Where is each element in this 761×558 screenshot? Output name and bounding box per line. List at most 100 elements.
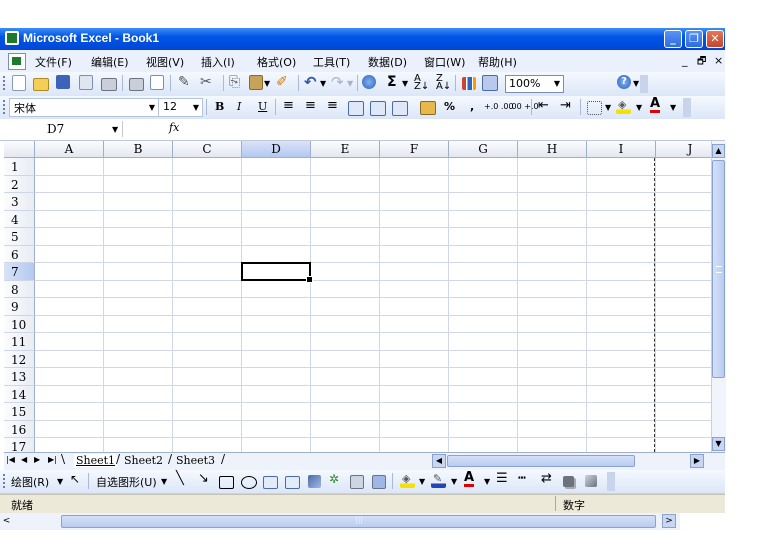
column-header-g[interactable]: G	[449, 141, 518, 158]
fill-color-draw-icon[interactable]: ◈	[400, 472, 415, 488]
row-header-14[interactable]: 14	[4, 385, 35, 403]
draw-font-color-dropdown-icon[interactable]: ▼	[484, 477, 490, 486]
column-header-f[interactable]: F	[380, 141, 449, 158]
autoshapes-dropdown-icon[interactable]: ▼	[161, 477, 167, 486]
increase-indent-icon[interactable]: ⇥	[560, 98, 571, 113]
row-header-8[interactable]: 8	[4, 280, 35, 298]
font-color-dropdown-icon[interactable]: ▼	[670, 103, 676, 112]
copy-icon[interactable]: ⎘	[229, 75, 245, 91]
selected-cell[interactable]	[241, 262, 313, 283]
research-icon[interactable]: ✎	[178, 75, 194, 91]
row-header-11[interactable]: 11	[4, 333, 35, 351]
wordart-icon[interactable]	[308, 475, 321, 488]
autosum-icon[interactable]: Σ	[387, 74, 397, 90]
italic-button[interactable]: I	[237, 100, 241, 113]
arrow-style-icon[interactable]: ⇄	[541, 471, 552, 486]
diagram-icon[interactable]: ✲	[329, 472, 339, 486]
undo-dropdown-icon[interactable]: ▼	[320, 79, 326, 88]
hscroll-left-button[interactable]: ◀	[432, 454, 446, 468]
help-dropdown-icon[interactable]: ▼	[633, 79, 639, 88]
column-header-c[interactable]: C	[173, 141, 242, 158]
menu-tools[interactable]: 工具(T)	[313, 54, 350, 70]
align-right-icon[interactable]: ≡	[327, 98, 338, 113]
name-box-dropdown-icon[interactable]: ▼	[112, 125, 118, 134]
column-header-i[interactable]: I	[587, 141, 656, 158]
toolbar-grip[interactable]	[3, 76, 7, 90]
arrow-icon[interactable]: ↘	[198, 471, 209, 486]
dash-style-icon[interactable]: ┅	[518, 471, 526, 486]
menu-edit[interactable]: 编辑(E)	[91, 54, 129, 70]
merge-center-icon[interactable]	[348, 101, 364, 116]
oval-icon[interactable]	[241, 476, 257, 489]
row-header-17[interactable]: 17	[4, 438, 35, 452]
decrease-decimal-button[interactable]: .00 +.0	[509, 102, 539, 111]
font-size-box[interactable]: 12 ▼	[158, 98, 203, 117]
vertical-textbox-icon[interactable]	[285, 476, 300, 489]
row-header-13[interactable]: 13	[4, 368, 35, 386]
toolbar-options-button[interactable]	[607, 472, 615, 491]
doc-close-button[interactable]: ×	[714, 54, 723, 67]
row-header-10[interactable]: 10	[4, 315, 35, 333]
sort-descending-icon[interactable]: Z A↓	[436, 74, 451, 92]
fill-handle[interactable]	[306, 275, 313, 283]
row-header-2[interactable]: 2	[4, 175, 35, 193]
menu-file[interactable]: 文件(F)	[35, 54, 72, 70]
scroll-thumb[interactable]	[712, 160, 725, 378]
sort-ascending-icon[interactable]: A Z↓	[414, 74, 429, 92]
textbox-icon[interactable]	[263, 476, 278, 489]
new-icon[interactable]	[12, 75, 26, 91]
hscroll-right-button[interactable]: ▶	[690, 454, 704, 468]
menu-format[interactable]: 格式(O)	[257, 54, 296, 70]
name-box[interactable]: D7 ▼	[4, 121, 123, 137]
zoom-box[interactable]: 100% ▼	[505, 75, 564, 93]
font-name-box[interactable]: 宋体 ▼	[9, 98, 159, 117]
select-all-button[interactable]	[4, 141, 35, 158]
minimize-button[interactable]: _	[664, 30, 682, 48]
toolbar-grip[interactable]	[3, 474, 7, 488]
document-icon[interactable]	[8, 53, 26, 70]
sheet-tab-sheet2[interactable]: Sheet2	[124, 454, 163, 467]
window-horizontal-scrollbar[interactable]: < ||| >	[0, 513, 680, 530]
column-header-h[interactable]: H	[518, 141, 587, 158]
column-header-e[interactable]: E	[311, 141, 380, 158]
line-icon[interactable]: ╲	[176, 471, 184, 486]
menu-help[interactable]: 帮助(H)	[478, 54, 517, 70]
hscroll-thumb[interactable]	[447, 455, 635, 467]
print-icon[interactable]	[101, 78, 117, 91]
percent-button[interactable]: %	[444, 100, 455, 113]
next-sheet-button[interactable]: ▶	[34, 455, 40, 464]
row-header-3[interactable]: 3	[4, 193, 35, 211]
column-header-b[interactable]: B	[104, 141, 173, 158]
row-header-9[interactable]: 9	[4, 298, 35, 316]
3d-style-icon[interactable]	[585, 475, 597, 487]
doc-minimize-button[interactable]: _	[682, 54, 688, 67]
redo-dropdown-icon[interactable]: ▼	[347, 79, 353, 88]
rectangle-icon[interactable]	[219, 476, 234, 489]
sheet-tab-sheet3[interactable]: Sheet3	[176, 454, 215, 467]
autosum-dropdown-icon[interactable]: ▼	[402, 79, 408, 88]
row-header-16[interactable]: 16	[4, 420, 35, 438]
row-header-7[interactable]: 7	[4, 263, 35, 281]
menu-view[interactable]: 视图(V)	[146, 54, 184, 70]
menu-insert[interactable]: 插入(I)	[201, 54, 235, 70]
toolbar-grip[interactable]	[3, 100, 7, 114]
formula-input[interactable]	[188, 121, 724, 137]
hyperlink-icon[interactable]	[362, 75, 376, 89]
line-style-icon[interactable]: ☰	[496, 471, 508, 486]
print-preview-icon[interactable]	[129, 78, 144, 91]
row-header-4[interactable]: 4	[4, 210, 35, 228]
scroll-down-button[interactable]: ▼	[712, 437, 725, 451]
split-cells-icon[interactable]	[392, 101, 408, 116]
doc-restore-button[interactable]: 🗗	[697, 54, 706, 71]
scroll-up-button[interactable]: ▲	[712, 144, 725, 158]
line-color-dropdown-icon[interactable]: ▼	[451, 477, 457, 486]
window-scroll-right-button[interactable]: >	[662, 514, 676, 528]
toolbar-options-button[interactable]	[683, 98, 691, 117]
font-dropdown-icon[interactable]: ▼	[149, 103, 155, 112]
align-center-icon[interactable]: ≡	[305, 98, 316, 113]
line-color-icon[interactable]: ✎	[431, 472, 446, 488]
vertical-scrollbar[interactable]: ▲ ▼	[711, 141, 726, 452]
draw-font-color-icon[interactable]: A	[464, 471, 475, 487]
undo-icon[interactable]: ↶	[304, 75, 320, 91]
merge-cells-icon[interactable]	[370, 101, 386, 116]
